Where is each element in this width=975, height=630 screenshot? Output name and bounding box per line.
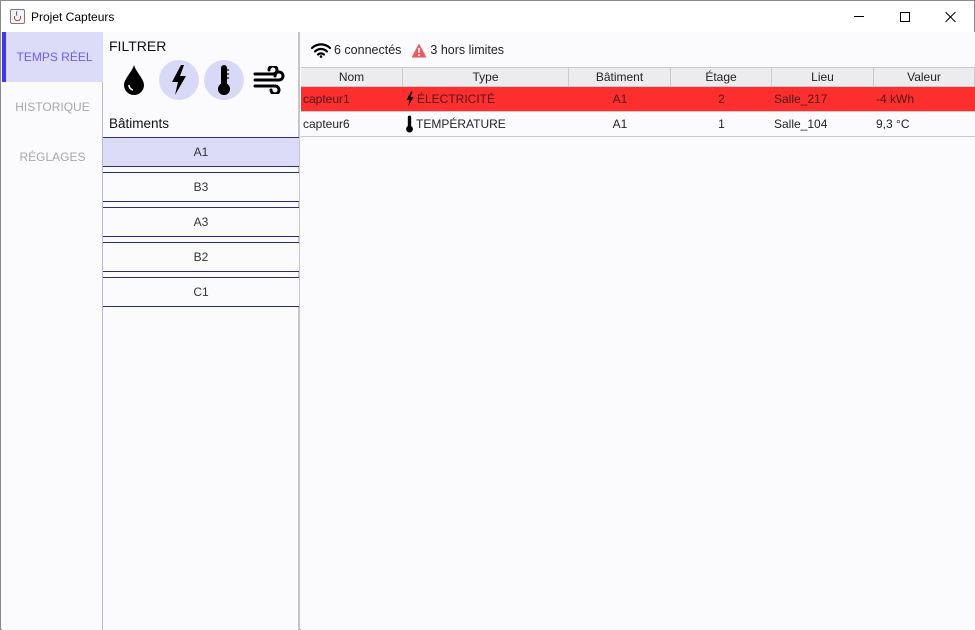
column-header-lieu[interactable]: Lieu: [772, 68, 874, 87]
main-panel: 6 connectés 3 hors limites Nom Type Bâti…: [301, 32, 975, 630]
warning-icon: [411, 43, 427, 57]
minimize-button[interactable]: [836, 1, 882, 32]
filter-temperature-toggle[interactable]: [204, 60, 244, 100]
building-item[interactable]: B3: [103, 172, 299, 202]
building-item[interactable]: A3: [103, 207, 299, 237]
filter-panel: FILTRER Bâtiments A1 B3 A3 B2 C1: [103, 32, 300, 630]
nav-tab-historique[interactable]: HISTORIQUE: [2, 82, 103, 132]
table-header: Nom Type Bâtiment Étage Lieu Valeur: [301, 67, 975, 87]
cell-type-label: TEMPÉRATURE: [416, 117, 506, 131]
column-header-valeur[interactable]: Valeur: [874, 68, 975, 87]
status-bar: 6 connectés 3 hors limites: [311, 41, 504, 59]
column-header-nom[interactable]: Nom: [301, 68, 403, 87]
cell-valeur: 9,3 °C: [876, 117, 910, 131]
close-button[interactable]: [928, 1, 974, 32]
buildings-title: Bâtiments: [109, 116, 170, 131]
cell-batiment: A1: [612, 117, 628, 131]
nav-tab-temps-reel[interactable]: TEMPS RÉEL: [2, 32, 103, 82]
lightning-icon: [172, 65, 186, 95]
java-app-icon: [10, 9, 25, 24]
app-window: Projet Capteurs TEMPS RÉEL HISTORIQUE RÉ…: [0, 0, 975, 630]
wifi-icon: [311, 43, 331, 58]
building-item[interactable]: B2: [103, 242, 299, 272]
cell-etage: 1: [718, 117, 725, 131]
filter-electricity-toggle[interactable]: [159, 60, 199, 100]
cell-type: ÉLECTRICITÉ: [403, 87, 569, 111]
thermometer-icon: [218, 65, 230, 95]
cell-etage: 2: [718, 92, 725, 106]
maximize-icon: [900, 11, 910, 22]
nav-tab-reglages[interactable]: RÉGLAGES: [2, 132, 103, 182]
column-header-type[interactable]: Type: [403, 68, 569, 87]
lightning-icon: [406, 91, 414, 107]
building-item[interactable]: A1: [103, 137, 299, 167]
cell-nom: capteur6: [303, 117, 350, 131]
window-title: Projet Capteurs: [31, 10, 115, 24]
cell-type-label: ÉLECTRICITÉ: [417, 92, 496, 106]
filter-wind-toggle[interactable]: [249, 60, 289, 100]
filter-water-toggle[interactable]: [114, 60, 154, 100]
wind-icon: [253, 66, 285, 94]
title-bar: Projet Capteurs: [1, 1, 974, 32]
cell-lieu: Salle_104: [774, 117, 828, 131]
table-row[interactable]: capteur1 ÉLECTRICITÉ A1 2 Salle_217 -4 k…: [301, 87, 975, 112]
thermometer-icon: [406, 115, 413, 133]
cell-batiment: A1: [612, 92, 628, 106]
table-row[interactable]: capteur6 TEMPÉRATURE A1 1 Salle_104 9,3 …: [301, 112, 975, 137]
column-header-etage[interactable]: Étage: [671, 68, 772, 87]
connected-count: 6 connectés: [334, 43, 402, 57]
column-header-batiment[interactable]: Bâtiment: [569, 68, 671, 87]
out-of-limits-count: 3 hors limites: [430, 43, 505, 57]
water-drop-icon: [124, 65, 144, 95]
sensor-table: Nom Type Bâtiment Étage Lieu Valeur capt…: [301, 67, 975, 137]
side-nav: TEMPS RÉEL HISTORIQUE RÉGLAGES: [2, 32, 103, 630]
cell-lieu: Salle_217: [774, 92, 828, 106]
minimize-icon: [854, 16, 864, 17]
filter-title: FILTRER: [109, 38, 167, 54]
building-item[interactable]: C1: [103, 277, 299, 307]
close-icon: [945, 11, 957, 23]
cell-nom: capteur1: [303, 92, 350, 106]
cell-type: TEMPÉRATURE: [403, 112, 569, 136]
cell-valeur: -4 kWh: [876, 92, 915, 106]
maximize-button[interactable]: [882, 1, 928, 32]
